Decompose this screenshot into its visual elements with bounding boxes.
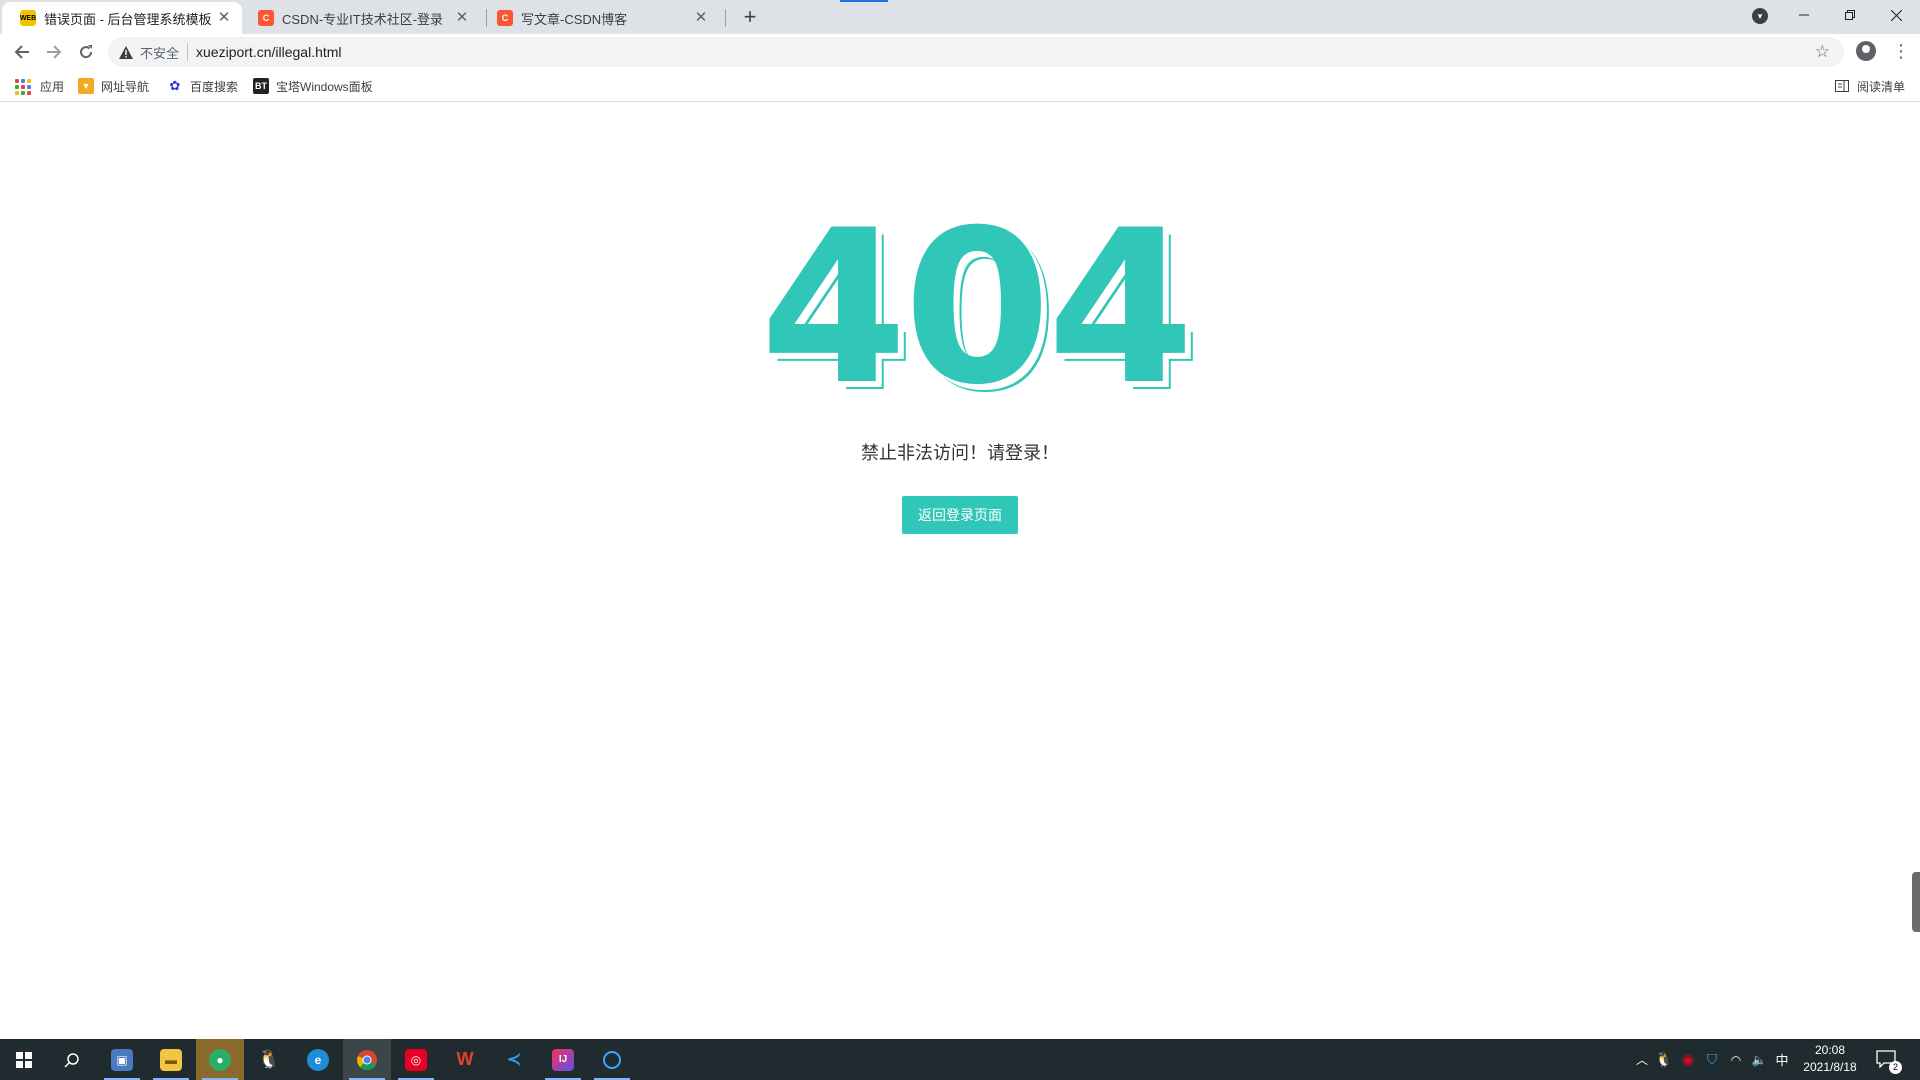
apps-grid-icon [14, 78, 31, 95]
bookmark-nav[interactable]: ▼ 网址导航 [78, 77, 149, 95]
tab-csdn-login[interactable]: C CSDN-专业IT技术社区-登录 ✕ [240, 2, 480, 34]
bookmark-label: 百度搜索 [190, 79, 239, 94]
back-button[interactable] [8, 38, 36, 66]
bookmark-baidu[interactable]: ✿ 百度搜索 [167, 77, 238, 95]
close-icon [1890, 9, 1902, 21]
tab-strip: WEB 错误页面 - 后台管理系统模板 ✕ C CSDN-专业IT技术社区-登录… [0, 0, 1920, 34]
vscode-icon[interactable]: ≺ [490, 1039, 538, 1080]
edge-icon[interactable]: e [294, 1039, 342, 1080]
new-tab-button[interactable]: + [736, 4, 764, 32]
tab-separator [725, 9, 726, 27]
system-tray: ︿ 🐧 ◉ ⛉ ◠ 🔈 中 [1632, 1039, 1794, 1080]
arrow-right-icon [47, 45, 62, 59]
volume-icon[interactable]: 🔈 [1748, 1053, 1770, 1067]
url-text[interactable]: xueziport.cn/illegal.html [196, 44, 342, 60]
qq-tray-icon[interactable]: 🐧 [1652, 1051, 1676, 1068]
back-to-login-button[interactable]: 返回登录页面 [902, 496, 1018, 534]
reload-button[interactable] [72, 38, 100, 66]
tab-error-page[interactable]: WEB 错误页面 - 后台管理系统模板 ✕ [2, 2, 242, 34]
tab-search-icon[interactable]: ▾ [1752, 8, 1768, 24]
error-code: 404 [760, 184, 1195, 431]
windows-taskbar: ▣ ▬ ● 🐧 e ◎ W ≺ IJ ︿ 🐧 ◉ ⛉ ◠ 🔈 中 20:08 2… [0, 1039, 1920, 1080]
netease-music-icon[interactable]: ◎ [392, 1039, 440, 1080]
reading-list-label: 阅读清单 [1857, 79, 1906, 94]
minimize-icon [1799, 14, 1809, 16]
bookmark-label: 宝塔Windows面板 [276, 79, 373, 94]
profile-avatar-icon[interactable] [1856, 41, 1876, 61]
web-icon: WEB [20, 10, 36, 26]
bookmark-star-icon[interactable]: ☆ [1815, 43, 1830, 61]
tab-csdn-write[interactable]: C 写文章-CSDN博客 ✕ [479, 2, 719, 34]
close-tab-icon[interactable]: ✕ [693, 10, 709, 26]
restore-button[interactable] [1827, 0, 1873, 30]
baidu-paw-icon: ✿ [167, 78, 183, 94]
chrome-icon[interactable] [343, 1039, 391, 1080]
bookmark-label: 应用 [40, 79, 65, 94]
shield-icon[interactable]: ⛉ [1700, 1051, 1724, 1068]
control-panel-icon[interactable]: ▣ [98, 1039, 146, 1080]
wechat-icon[interactable]: ● [196, 1039, 244, 1080]
tab-title: 写文章-CSDN博客 [521, 11, 628, 27]
error-message: 禁止非法访问！请登录！ [861, 443, 1059, 463]
bookmark-label: 网址导航 [101, 79, 150, 94]
restore-icon [1845, 10, 1855, 20]
reload-icon [80, 45, 93, 59]
close-window-button[interactable] [1873, 0, 1919, 30]
search-icon[interactable] [48, 1039, 96, 1080]
close-tab-icon[interactable]: ✕ [216, 10, 232, 26]
intellij-icon[interactable]: IJ [539, 1039, 587, 1080]
windows-start-icon[interactable] [0, 1039, 48, 1080]
file-explorer-icon[interactable]: ▬ [147, 1039, 195, 1080]
qq-icon[interactable]: 🐧 [245, 1039, 293, 1080]
wps-icon[interactable]: W [441, 1039, 489, 1080]
csdn-icon: C [497, 10, 513, 26]
bookmark-apps[interactable]: 应用 [14, 77, 64, 95]
reading-list-button[interactable]: 阅读清单 [1835, 77, 1905, 95]
browser-toolbar: 不安全 xueziport.cn/illegal.html ☆ [0, 34, 1920, 70]
clock-date: 2021/8/18 [1803, 1060, 1857, 1074]
omnibox-divider [187, 43, 189, 61]
tab-title: CSDN-专业IT技术社区-登录 [282, 11, 444, 27]
menu-kebab-icon[interactable]: ⋮ [1892, 40, 1910, 62]
close-tab-icon[interactable]: ✕ [454, 10, 470, 26]
page-content: 404 禁止非法访问！请登录！ 返回登录页面 [0, 103, 1920, 1039]
photos-icon[interactable] [588, 1039, 636, 1080]
csdn-icon: C [258, 10, 274, 26]
clock-time: 20:08 [1814, 1043, 1846, 1057]
tab-title: 错误页面 - 后台管理系统模板 [44, 11, 212, 27]
warning-icon[interactable] [118, 44, 134, 60]
loading-indicator [840, 0, 888, 2]
chevron-up-icon[interactable]: ︿ [1632, 1051, 1652, 1068]
security-label[interactable]: 不安全 [140, 43, 179, 62]
bookmark-bt-panel[interactable]: BT 宝塔Windows面板 [253, 77, 373, 95]
wifi-icon[interactable]: ◠ [1724, 1053, 1748, 1067]
side-panel-handle[interactable] [1912, 872, 1920, 932]
forward-button[interactable] [40, 38, 68, 66]
address-bar[interactable]: 不安全 xueziport.cn/illegal.html ☆ [108, 37, 1844, 67]
bt-panel-icon: BT [253, 78, 269, 94]
bookmarks-bar: 应用 ▼ 网址导航 ✿ 百度搜索 BT 宝塔Windows面板 阅读清单 [0, 70, 1920, 102]
netease-tray-icon[interactable]: ◉ [1676, 1051, 1700, 1068]
arrow-left-icon [14, 45, 29, 59]
taskbar-clock[interactable]: 20:08 2021/8/18 [1790, 1042, 1870, 1076]
reading-list-icon [1835, 80, 1849, 92]
notification-count-badge: 2 [1889, 1061, 1902, 1074]
nav-flag-icon: ▼ [78, 78, 94, 94]
minimize-button[interactable] [1781, 0, 1827, 30]
